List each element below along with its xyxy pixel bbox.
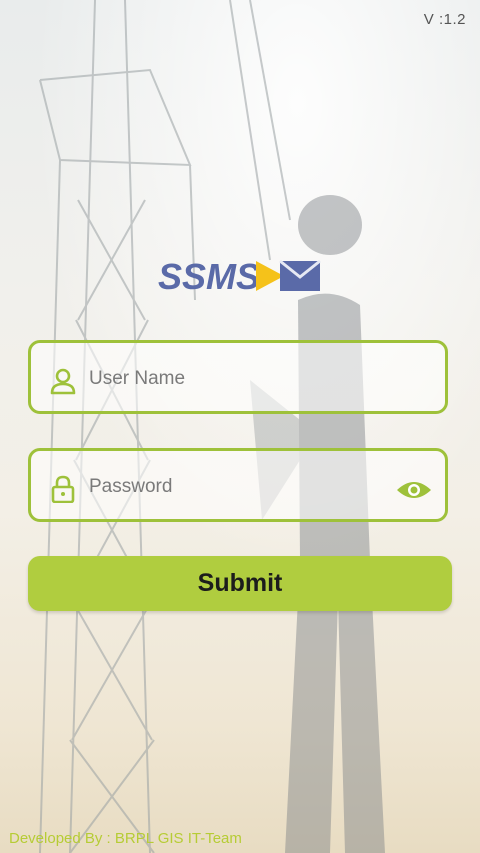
logo-text: SSMS — [158, 256, 260, 297]
app-version: V :1.2 — [423, 11, 466, 28]
lock-icon — [51, 475, 75, 503]
submit-button[interactable]: Submit — [28, 556, 452, 611]
user-icon — [50, 368, 76, 395]
username-input[interactable] — [87, 361, 391, 397]
background-image — [0, 0, 480, 853]
username-field[interactable] — [28, 340, 448, 414]
developer-credit: Developed By : BRPL GIS IT-Team — [9, 830, 242, 847]
password-input[interactable] — [87, 469, 391, 505]
ssms-logo: SSMS — [158, 256, 321, 297]
eye-icon[interactable] — [395, 479, 433, 501]
password-field[interactable] — [28, 448, 448, 522]
